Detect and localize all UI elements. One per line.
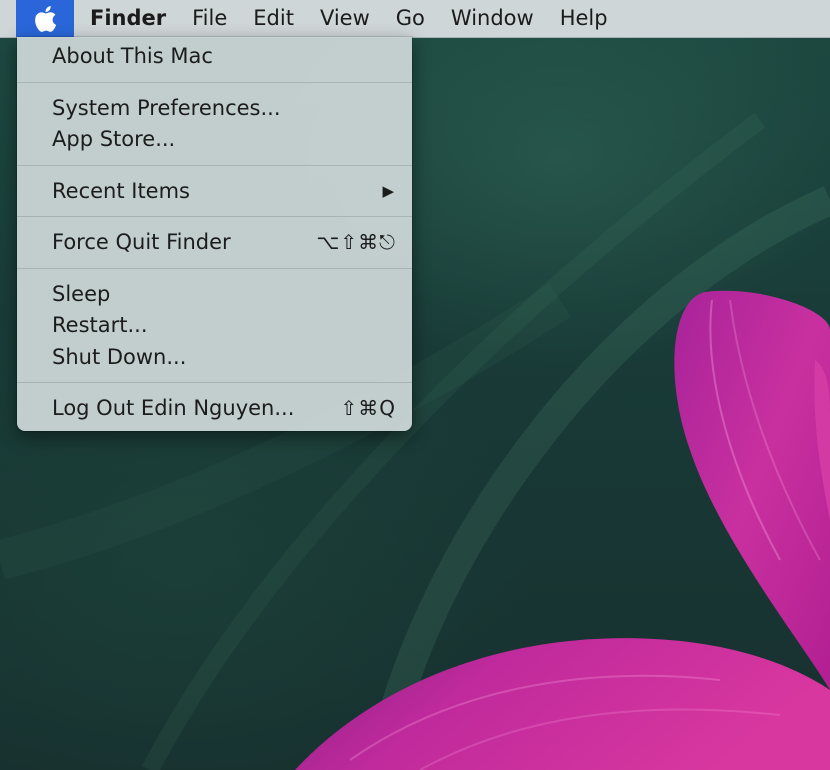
menu-item-label: Restart... — [52, 313, 148, 337]
menu-item-restart[interactable]: Restart... — [17, 310, 412, 342]
menu-separator — [17, 267, 412, 269]
menu-bar: Finder File Edit View Go Window Help — [0, 0, 830, 38]
menu-item-label: Log Out Edin Nguyen... — [52, 396, 295, 420]
menu-view[interactable]: View — [307, 0, 383, 37]
apple-menu-button[interactable] — [16, 0, 74, 37]
keyboard-shortcut: ⌥⇧⌘⎋ — [316, 230, 396, 254]
menu-edit[interactable]: Edit — [240, 0, 307, 37]
menu-item-label: App Store... — [52, 127, 176, 151]
menu-go[interactable]: Go — [383, 0, 438, 37]
apple-icon — [35, 5, 57, 32]
menu-item-recent-items[interactable]: Recent Items ▶ — [17, 176, 412, 208]
menu-help[interactable]: Help — [547, 0, 621, 37]
menu-item-shut-down[interactable]: Shut Down... — [17, 342, 412, 374]
keyboard-shortcut: ⇧⌘Q — [340, 396, 396, 420]
menu-item-app-store[interactable]: App Store... — [17, 124, 412, 156]
menu-item-label: Sleep — [52, 281, 111, 306]
menu-item-sleep[interactable]: Sleep — [17, 279, 412, 311]
lotus-petal-right — [674, 290, 830, 690]
lotus-petal-bottom — [295, 638, 830, 770]
menu-item-label: Shut Down... — [52, 344, 187, 369]
menu-item-log-out[interactable]: Log Out Edin Nguyen... ⇧⌘Q — [17, 393, 412, 425]
menu-finder[interactable]: Finder — [74, 0, 179, 37]
menu-item-force-quit-finder[interactable]: Force Quit Finder ⌥⇧⌘⎋ — [17, 227, 412, 259]
menu-item-label: Force Quit Finder — [52, 230, 231, 254]
menu-file[interactable]: File — [179, 0, 240, 37]
submenu-arrow-icon: ▶ — [382, 181, 394, 200]
menu-item-about-this-mac[interactable]: About This Mac — [17, 41, 412, 73]
menu-item-system-preferences[interactable]: System Preferences... — [17, 93, 412, 125]
menu-separator — [17, 81, 412, 83]
menu-item-label: About This Mac — [52, 44, 213, 68]
menu-item-label: System Preferences... — [52, 95, 281, 120]
menu-separator — [17, 164, 412, 166]
apple-menu-dropdown: About This Mac System Preferences... App… — [17, 37, 412, 431]
menu-item-label: Recent Items — [52, 178, 190, 203]
menu-separator — [17, 382, 412, 383]
menu-window[interactable]: Window — [438, 0, 547, 37]
menu-separator — [17, 216, 412, 217]
